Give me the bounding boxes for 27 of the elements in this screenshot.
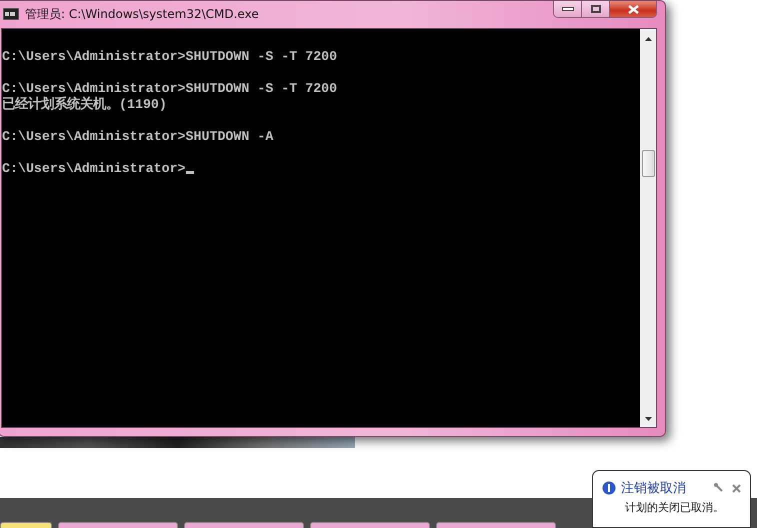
minimize-button[interactable] [554, 1, 582, 17]
maximize-button[interactable] [582, 1, 610, 17]
window-title: 管理员: C:\Windows\system32\CMD.exe [25, 6, 260, 22]
scrollbar[interactable] [640, 29, 656, 427]
taskbar-button[interactable] [310, 522, 430, 528]
console-line: 已经计划系统关机。(1190) [2, 97, 167, 112]
console-icon [3, 8, 19, 20]
scroll-thumb[interactable] [642, 150, 654, 177]
console-line: C:\Users\Administrator> [2, 161, 186, 176]
info-icon [602, 481, 616, 495]
console-line: C:\Users\Administrator>SHUTDOWN -S -T 7200 [2, 81, 338, 96]
console-line: C:\Users\Administrator>SHUTDOWN -S -T 7200 [2, 49, 338, 64]
taskbar-button[interactable] [184, 522, 304, 528]
close-icon [628, 4, 638, 14]
notification-title: 注销被取消 [621, 480, 687, 497]
close-button[interactable] [610, 1, 656, 17]
console-line: C:\Users\Administrator>SHUTDOWN -A [2, 129, 274, 144]
taskbar-button[interactable] [436, 522, 556, 528]
close-icon[interactable] [732, 484, 741, 492]
taskbar-button[interactable] [0, 522, 52, 528]
scroll-up-icon[interactable] [644, 37, 652, 41]
maximize-icon [590, 5, 600, 13]
scroll-down-icon[interactable] [644, 417, 652, 421]
taskbar-button[interactable] [58, 522, 178, 528]
wrench-icon[interactable] [714, 483, 724, 493]
notification-message: 计划的关闭已取消。 [625, 500, 725, 515]
minimize-icon [562, 6, 574, 12]
